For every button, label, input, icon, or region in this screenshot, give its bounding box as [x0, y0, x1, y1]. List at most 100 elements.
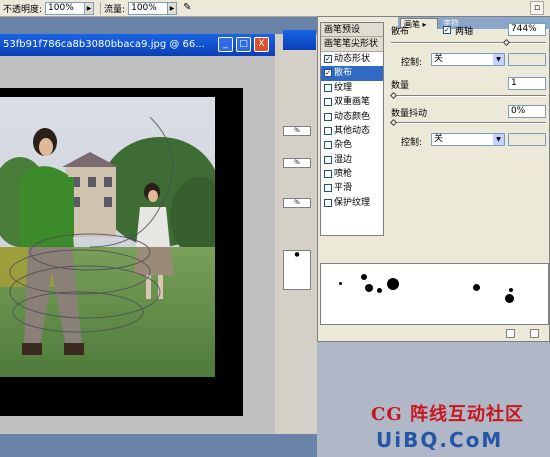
brush-list-label: 平滑	[334, 183, 353, 194]
brush-list-label: 动态形状	[334, 53, 371, 64]
brush-list-label: 纹理	[334, 82, 353, 93]
brush-list-item[interactable]: 平滑	[321, 181, 383, 195]
scatter-slider-thumb[interactable]	[502, 38, 511, 47]
brush-list-label: 散布	[334, 68, 353, 79]
options-bar: 不透明度: 100% ▶ 流量: 100% ▶ ✎ ▫	[0, 0, 550, 17]
collapsed-palette-titlebar[interactable]	[283, 30, 316, 50]
count-slider[interactable]	[391, 95, 546, 97]
scatter-settings: 散布 ✓ 两轴 744% 控制: 关 ▼ 数量 1 数量抖动 0% 控制: 关 …	[389, 22, 549, 236]
brush-panel: 画笔 ▸ 字符 画笔预设 画笔笔尖形状 ✓ 动态形状 ✓ 散布 纹理 双重画笔 动态颜色 其他动态…	[317, 16, 550, 342]
count-jitter-label: 数量抖动	[391, 109, 428, 119]
brush-list-label: 画笔预设	[324, 24, 361, 35]
count-jitter-slider[interactable]	[391, 122, 546, 124]
control2-extra-field	[508, 133, 546, 146]
opacity-input[interactable]: 100%	[45, 1, 86, 15]
scatter-slider[interactable]	[391, 42, 546, 44]
photo-image	[0, 97, 215, 377]
preview-dot	[365, 284, 373, 292]
brush-option-checkbox[interactable]	[324, 141, 332, 150]
scatter-label: 散布	[391, 27, 410, 37]
delete-icon[interactable]	[530, 329, 539, 338]
collapsed-field[interactable]: %	[283, 158, 311, 168]
brush-list-label: 画笔笔尖形状	[324, 39, 379, 50]
brush-list-item[interactable]: ✓ 散布	[321, 66, 383, 81]
control-label: 控制:	[401, 58, 423, 68]
control-dropdown[interactable]: 关 ▼	[431, 53, 505, 66]
separator	[100, 1, 102, 15]
brush-list-item[interactable]: 保护纹理	[321, 196, 383, 210]
collapsed-palettes	[275, 34, 317, 434]
collapsed-field[interactable]: %	[283, 126, 311, 136]
brush-list-label: 杂色	[334, 140, 353, 151]
brush-option-checkbox[interactable]	[324, 170, 332, 179]
count-label: 数量	[391, 81, 410, 91]
canvas-area[interactable]	[0, 56, 275, 434]
control2-label: 控制:	[401, 138, 423, 148]
flow-dropdown-icon[interactable]: ▶	[168, 1, 178, 15]
preview-dot	[339, 282, 342, 285]
brush-list-item[interactable]: 双重画笔	[321, 95, 383, 109]
minimize-button[interactable]: _	[218, 37, 233, 52]
count-input[interactable]: 1	[508, 77, 546, 90]
brush-list-item[interactable]: 其他动态	[321, 124, 383, 138]
brush-list-label: 其他动态	[334, 125, 371, 136]
flow-label: 流量:	[104, 4, 126, 15]
panel-footer	[318, 327, 549, 341]
control2-value: 关	[434, 134, 444, 144]
brush-option-checkbox[interactable]	[324, 83, 332, 92]
preview-dot	[377, 288, 382, 293]
both-axes-label: 两轴	[455, 27, 474, 37]
palette-well-icon[interactable]: ▫	[530, 1, 544, 15]
brush-option-checkbox[interactable]	[324, 155, 332, 164]
count-jitter-slider-thumb[interactable]	[389, 118, 398, 127]
document-window: 53fb91f786ca8b3080bbaca9.jpg @ 66... _ □…	[0, 34, 275, 434]
airbrush-icon[interactable]: ✎	[183, 2, 197, 14]
brush-stroke-preview	[320, 263, 549, 325]
preview-dot	[473, 284, 480, 291]
document-title[interactable]: 53fb91f786ca8b3080bbaca9.jpg @ 66...	[0, 34, 275, 56]
brush-option-checkbox[interactable]	[324, 184, 332, 193]
both-axes-checkbox[interactable]: ✓	[443, 26, 451, 34]
chevron-down-icon: ▼	[493, 54, 504, 65]
opacity-dropdown-icon[interactable]: ▶	[85, 1, 95, 15]
preview-dot	[387, 278, 399, 290]
scatter-value-input[interactable]: 744%	[508, 23, 546, 36]
collapsed-field[interactable]: %	[283, 198, 311, 208]
chevron-down-icon: ▼	[493, 134, 504, 145]
brush-list-item[interactable]: 湿边	[321, 153, 383, 167]
new-preset-icon[interactable]	[506, 329, 515, 338]
brush-list-item[interactable]: 画笔预设	[321, 23, 383, 38]
brush-option-checkbox[interactable]: ✓	[324, 69, 332, 78]
preview-dot	[361, 274, 367, 280]
brush-list-item[interactable]: 喷枪	[321, 167, 383, 181]
brush-list-item[interactable]: 杂色	[321, 138, 383, 152]
collapsed-brush-preview: ●	[283, 250, 311, 290]
preview-dot	[505, 294, 514, 303]
brush-list-item[interactable]: 画笔笔尖形状	[321, 37, 383, 52]
brush-option-checkbox[interactable]	[324, 198, 332, 207]
brush-list-item[interactable]: 动态颜色	[321, 109, 383, 123]
control-value: 关	[434, 54, 444, 64]
watermark-logo: CG 阵线互动社区	[371, 404, 524, 425]
brush-options-list: 画笔预设 画笔笔尖形状 ✓ 动态形状 ✓ 散布 纹理 双重画笔 动态颜色 其他动态 杂色 湿边 喷枪 平滑…	[320, 22, 384, 236]
brush-option-checkbox[interactable]	[324, 112, 332, 121]
opacity-label: 不透明度:	[3, 4, 43, 15]
preview-dot	[509, 288, 513, 292]
watermark-url: UiBQ.CoM	[376, 428, 504, 452]
control2-dropdown[interactable]: 关 ▼	[431, 133, 505, 146]
maximize-button[interactable]: □	[236, 37, 251, 52]
count-slider-thumb[interactable]	[389, 91, 398, 100]
brush-list-label: 保护纹理	[334, 197, 371, 208]
brush-list-label: 动态颜色	[334, 111, 371, 122]
brush-option-checkbox[interactable]	[324, 126, 332, 135]
brush-list-item[interactable]: ✓ 动态形状	[321, 52, 383, 66]
brush-list-label: 双重画笔	[334, 97, 371, 108]
count-jitter-input[interactable]: 0%	[508, 105, 546, 118]
brush-option-checkbox[interactable]	[324, 98, 332, 107]
flow-input[interactable]: 100%	[128, 1, 169, 15]
brush-option-checkbox[interactable]: ✓	[324, 54, 332, 63]
control-extra-field	[508, 53, 546, 66]
brush-list-item[interactable]: 纹理	[321, 81, 383, 95]
close-button[interactable]: X	[254, 37, 269, 52]
brush-list-label: 湿边	[334, 154, 353, 165]
